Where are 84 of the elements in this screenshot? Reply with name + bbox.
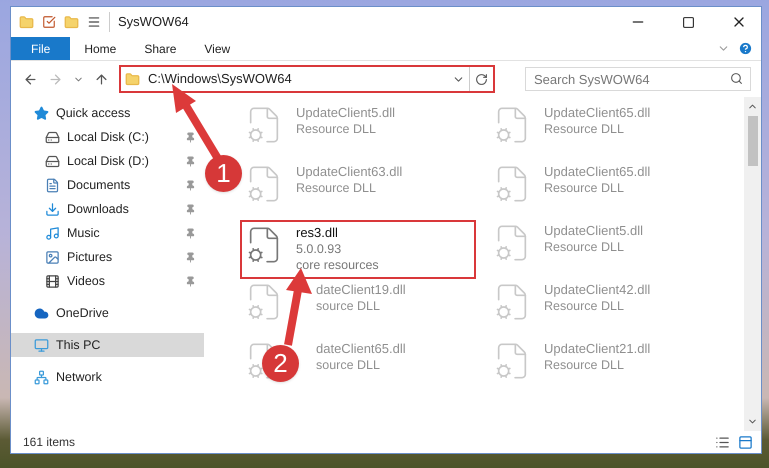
ribbon-tab[interactable]: Share xyxy=(130,37,190,60)
file-detail: Resource DLL xyxy=(544,298,625,314)
status-text: 161 items xyxy=(23,434,76,451)
file-name: UpdateClient5.dll xyxy=(544,223,644,239)
customize-toolbar-icon[interactable] xyxy=(87,15,101,29)
maximize-icon[interactable] xyxy=(682,16,695,28)
scroll-thumb[interactable] xyxy=(748,116,758,166)
sidebar-label: Local Disk (D:) xyxy=(67,152,150,170)
sidebar-item[interactable]: Videos xyxy=(11,269,204,293)
details-view-icon[interactable] xyxy=(715,434,730,450)
file-name: UpdateClient63.dll xyxy=(296,164,402,180)
sidebar-label: Documents xyxy=(67,176,132,194)
file-detail: source DLL xyxy=(316,357,381,373)
sidebar-item[interactable]: Network xyxy=(11,365,204,389)
sidebar-label: OneDrive xyxy=(56,304,110,322)
sidebar-label: Network xyxy=(56,368,103,386)
pin-icon[interactable] xyxy=(185,252,196,262)
sidebar-label: Downloads xyxy=(67,200,130,218)
file-detail: Resource DLL xyxy=(544,121,625,137)
file-detail: Resource DLL xyxy=(544,180,625,196)
file-name: UpdateClient42.dll xyxy=(544,282,650,298)
pin-icon[interactable] xyxy=(185,276,196,286)
pin-icon[interactable] xyxy=(185,204,196,214)
sidebar-label: Videos xyxy=(67,272,106,290)
up-icon[interactable] xyxy=(94,72,109,86)
file-detail: Resource DLL xyxy=(544,239,625,255)
pin-icon[interactable] xyxy=(185,132,196,142)
music-note-icon xyxy=(45,226,60,240)
sidebar-item[interactable]: This PC xyxy=(11,333,204,357)
file-detail: Resource DLL xyxy=(544,357,625,373)
sidebar-label: Pictures xyxy=(67,248,114,266)
address-bar[interactable]: C:\Windows\SysWOW64 xyxy=(119,65,495,93)
sidebar-label: This PC xyxy=(56,336,102,354)
search-icon xyxy=(730,72,743,85)
file-detail: source DLL xyxy=(316,298,381,314)
sidebar-item[interactable]: OneDrive xyxy=(11,301,204,325)
properties-icon[interactable] xyxy=(42,15,56,29)
large-icons-view-icon[interactable] xyxy=(738,434,753,450)
scrollbar[interactable] xyxy=(744,97,761,431)
sidebar-item[interactable]: Documents xyxy=(11,173,204,197)
pin-icon[interactable] xyxy=(185,228,196,238)
cloud-icon xyxy=(34,306,49,320)
star-icon xyxy=(34,106,49,120)
file-name: UpdateClient65.dll xyxy=(544,164,650,180)
document-icon xyxy=(45,178,60,192)
file-detail: 5.0.0.93 xyxy=(296,241,342,257)
drive-icon xyxy=(45,154,60,168)
sidebar-label: Quick access xyxy=(56,104,132,122)
film-icon xyxy=(45,274,60,288)
file-name: UpdateClient5.dll xyxy=(296,105,396,121)
drive-icon xyxy=(45,130,60,144)
refresh-icon[interactable] xyxy=(475,72,488,86)
pin-icon[interactable] xyxy=(185,180,196,190)
ribbon-tab[interactable]: Home xyxy=(70,37,130,60)
monitor-icon xyxy=(34,338,49,352)
sidebar-label: Local Disk (C:) xyxy=(67,128,150,146)
download-icon xyxy=(45,202,60,216)
file-name: UpdateClient65.dll xyxy=(544,105,650,121)
search-field[interactable]: Search SysWOW64 xyxy=(525,67,751,91)
picture-icon xyxy=(45,250,60,264)
help-icon[interactable] xyxy=(738,41,753,56)
address-path: C:\Windows\SysWOW64 xyxy=(148,70,293,88)
file-detail: core resources xyxy=(296,257,379,273)
file-name: dateClient19.dll xyxy=(316,282,406,298)
sidebar-item[interactable]: Pictures xyxy=(11,245,204,269)
file-tab[interactable]: File xyxy=(11,37,70,60)
file-name: dateClient65.dll xyxy=(316,341,406,357)
sidebar-item[interactable]: Local Disk (D:) xyxy=(11,149,204,173)
file-name: res3.dll xyxy=(296,225,339,241)
sidebar-item[interactable]: Music xyxy=(11,221,204,245)
back-icon[interactable] xyxy=(23,72,38,86)
sidebar-item[interactable]: Quick access xyxy=(11,101,204,125)
file-detail: Resource DLL xyxy=(296,121,377,137)
pin-icon[interactable] xyxy=(185,156,196,166)
folder-icon xyxy=(125,72,140,86)
ribbon-tab[interactable]: View xyxy=(190,37,244,60)
sidebar-item[interactable]: Downloads xyxy=(11,197,204,221)
sidebar-item[interactable]: Local Disk (C:) xyxy=(11,125,204,149)
window-title: SysWOW64 xyxy=(109,12,189,32)
selected-file-item[interactable]: res3.dll 5.0.0.93 core resources xyxy=(240,220,476,279)
sidebar-label: Music xyxy=(67,224,101,242)
file-name: UpdateClient21.dll xyxy=(544,341,650,357)
file-detail: Resource DLL xyxy=(296,180,377,196)
network-icon xyxy=(34,370,49,384)
